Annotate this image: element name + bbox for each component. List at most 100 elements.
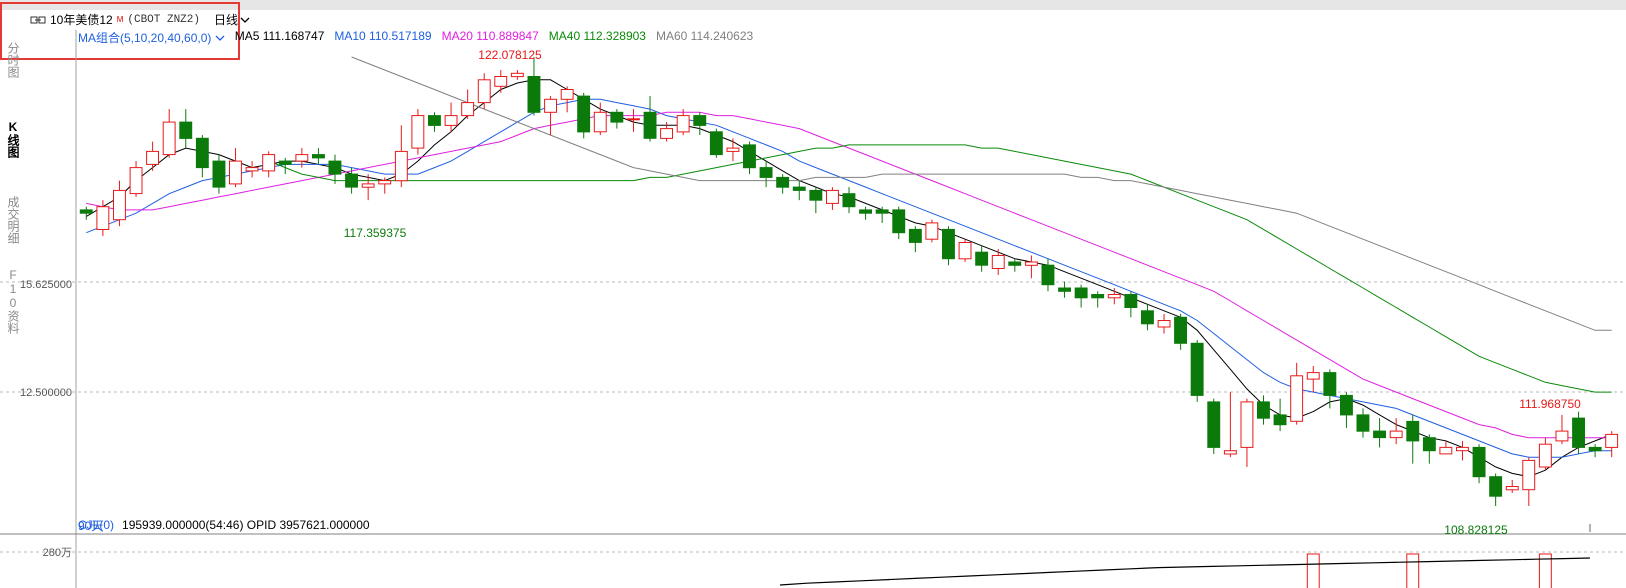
candle-body [1041,264,1055,286]
candle-body [461,102,475,117]
candle [1538,437,1552,471]
candle [1174,314,1187,350]
candle [908,226,922,253]
candle [1605,431,1619,458]
candle-body [809,189,823,201]
candle [494,70,508,93]
candle-body [195,137,209,169]
candle-body [991,255,1005,269]
candle [312,148,325,165]
candle-body [1389,430,1403,439]
candle [1588,444,1602,458]
candle [79,206,93,220]
candle [1572,411,1585,454]
candle [826,187,839,210]
candle-body [743,144,756,169]
candle-body [1008,261,1022,266]
candle-body [660,128,673,139]
candle [1058,281,1071,298]
candle-body [312,154,325,159]
candle-body [577,95,591,133]
candle-body [278,160,292,165]
candle-body [1340,394,1353,416]
ma-line-ma10 [86,98,1612,458]
candle-body [676,115,690,133]
candle-body [1240,401,1254,448]
candle-body [1141,310,1154,325]
candle-body [527,76,541,113]
candle-body [1456,446,1469,452]
y-axis-labels: 15.625000 12.500000 280万 [20,279,72,559]
candle [875,206,889,223]
candle [560,86,574,113]
candle [1373,418,1386,448]
candle-body [1323,372,1337,396]
candle-body [925,222,939,240]
candle [1223,392,1237,458]
candle [743,141,756,175]
candle [1323,369,1337,409]
candle [1489,473,1503,506]
candle [1340,392,1353,428]
candle-body [544,98,557,113]
candle-body [1505,486,1519,491]
candle [958,239,972,262]
candle-body [494,76,508,87]
candle [1124,291,1138,318]
candle-body [842,193,856,208]
candle-body [975,251,989,266]
candle-body [345,173,359,188]
chart-grid [0,30,1626,588]
candle-body [411,115,425,149]
volume-average-line [779,557,1591,586]
candle [1074,284,1088,308]
candle-body [1174,316,1187,344]
candle-body [726,147,740,152]
candle-body [1472,446,1486,478]
candle [776,174,790,194]
candle [942,226,955,266]
candle-body [560,89,574,100]
candle-body [1373,430,1386,439]
annotations: 122.078125 117.359375 111.968750 108.828… [78,48,1581,537]
candle [461,89,475,119]
annotation-high: 122.078125 [478,48,542,62]
candle [428,112,441,132]
candle [1273,398,1287,432]
candle-body [593,111,607,133]
candle-body [892,209,906,234]
candle-body [1024,261,1038,266]
candle [577,92,591,139]
candle [726,138,740,162]
candlestick-chart[interactable]: 15.625000 12.500000 280万 122.078125 117.… [0,0,1626,588]
y-tick-label: 12.500000 [20,387,72,399]
candle [1555,414,1569,445]
candle-body [1588,446,1602,452]
candle-body [328,160,342,175]
candle-body [179,121,193,139]
candle [1306,366,1320,393]
candle [792,180,806,201]
ma-line-ma40 [268,144,1612,393]
candle [1290,362,1304,425]
candle-body [113,189,126,221]
candle [1190,340,1204,402]
candle-body [245,167,259,172]
candle [709,128,723,158]
candle [975,245,989,272]
candle [842,187,856,214]
candle-body [229,160,242,185]
candle-body [1223,450,1237,455]
candle-body [826,189,839,204]
candle [1257,395,1270,425]
candle-body [444,115,458,126]
candle-body [361,183,375,188]
candle [195,135,209,178]
candle [693,112,707,136]
annotation-recent-high: 111.968750 [1519,397,1581,411]
candle [162,109,176,158]
candle-body [146,150,160,165]
candle-body [1190,342,1204,396]
candle-body [610,111,624,123]
candle-body [792,186,806,191]
